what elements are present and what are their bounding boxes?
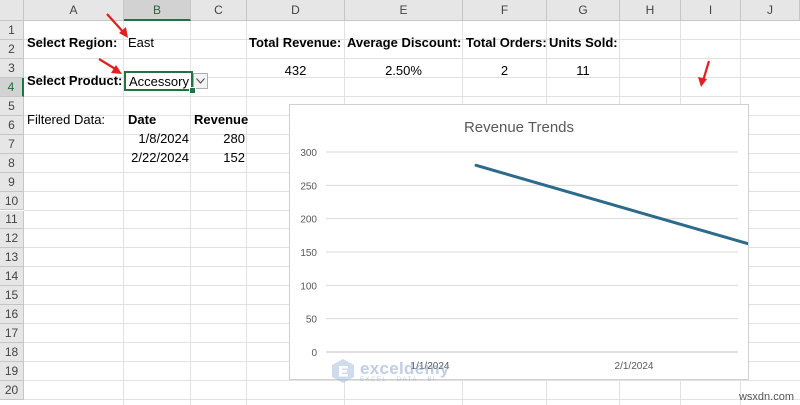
row-header-9[interactable]: 9 xyxy=(0,172,24,192)
y-tick-label: 150 xyxy=(300,248,317,259)
revenue-series-line[interactable] xyxy=(474,163,748,250)
row-gridline xyxy=(24,95,800,97)
table-row-revenue[interactable]: 152 xyxy=(191,148,245,167)
units-sold-value[interactable]: 11 xyxy=(547,61,619,80)
row-header-1[interactable]: 1 xyxy=(0,21,24,40)
row-header-20[interactable]: 20 xyxy=(0,381,24,400)
chevron-down-icon xyxy=(196,78,205,84)
row-header-8[interactable]: 8 xyxy=(0,153,24,173)
average-discount-header: Average Discount: xyxy=(347,35,462,50)
row-header-6[interactable]: 6 xyxy=(0,115,24,135)
fill-handle[interactable] xyxy=(189,87,196,94)
column-header-f[interactable]: F xyxy=(463,0,547,21)
row-header-3[interactable]: 3 xyxy=(0,58,24,78)
row-header-10[interactable]: 10 xyxy=(0,191,24,211)
row-header-17[interactable]: 17 xyxy=(0,324,24,344)
watermark-name: exceldemy xyxy=(360,358,450,378)
filtered-data-label: Filtered Data: xyxy=(27,112,106,127)
chart-plot-area: 0501001502002503001/1/2024 2/1/2024 xyxy=(300,148,748,372)
column-header-b[interactable]: B xyxy=(124,0,191,21)
row-header-16[interactable]: 16 xyxy=(0,305,24,325)
column-header-i[interactable]: I xyxy=(681,0,741,21)
total-orders-header: Total Orders: xyxy=(466,35,547,50)
row-header-14[interactable]: 14 xyxy=(0,267,24,287)
row-header-11[interactable]: 11 xyxy=(0,210,24,230)
revenue-column-header: Revenue xyxy=(194,112,249,127)
watermark-tagline: EXCEL · DATA · BI xyxy=(360,376,437,383)
revenue-trends-chart[interactable]: Revenue Trends 0 50 100 150 200 250 300 1/1/202… xyxy=(289,104,749,380)
y-tick-label: 50 xyxy=(306,315,318,326)
exceldemy-watermark: exceldemy EXCEL · DATA · BI xyxy=(330,358,450,384)
y-tick-label: 100 xyxy=(300,281,317,292)
x-tick-label: 2/1/2024 xyxy=(615,361,654,372)
row-header-19[interactable]: 19 xyxy=(0,362,24,382)
row-header-4[interactable]: 4 xyxy=(0,77,24,97)
units-sold-header: Units Sold: xyxy=(549,35,618,50)
column-header-c[interactable]: C xyxy=(191,0,247,21)
annotation-arrow-icon xyxy=(98,58,122,74)
exceldemy-logo-icon xyxy=(332,359,354,383)
select-all-corner[interactable] xyxy=(0,0,24,21)
y-tick-label: 300 xyxy=(300,148,317,159)
column-header-j[interactable]: J xyxy=(741,0,800,21)
column-header-h[interactable]: H xyxy=(620,0,681,21)
annotation-arrow-icon xyxy=(698,60,711,87)
row-header-13[interactable]: 13 xyxy=(0,248,24,268)
row-header-15[interactable]: 15 xyxy=(0,286,24,306)
column-header-g[interactable]: G xyxy=(547,0,620,21)
y-tick-label: 200 xyxy=(300,215,317,226)
site-credit: wsxdn.com xyxy=(738,391,794,403)
row-header-7[interactable]: 7 xyxy=(0,134,24,154)
row-header-18[interactable]: 18 xyxy=(0,343,24,363)
annotation-arrow-icon xyxy=(106,13,128,38)
row-gridline xyxy=(24,57,800,59)
y-tick-label: 250 xyxy=(300,181,317,192)
table-row-date[interactable]: 2/22/2024 xyxy=(124,148,189,167)
row-header-5[interactable]: 5 xyxy=(0,96,24,116)
product-dropdown-cell[interactable]: Accessory xyxy=(124,71,193,91)
column-header-d[interactable]: D xyxy=(247,0,345,21)
average-discount-value[interactable]: 2.50% xyxy=(345,61,462,80)
date-column-header: Date xyxy=(128,112,157,127)
total-orders-value[interactable]: 2 xyxy=(463,61,546,80)
table-row-date[interactable]: 1/8/2024 xyxy=(124,129,189,148)
column-header-e[interactable]: E xyxy=(345,0,463,21)
row-gridline xyxy=(24,399,800,400)
total-revenue-value[interactable]: 432 xyxy=(247,61,344,80)
row-header-12[interactable]: 12 xyxy=(0,229,24,249)
total-revenue-header: Total Revenue: xyxy=(249,35,342,50)
table-row-revenue[interactable]: 280 xyxy=(191,129,245,148)
y-tick-label: 0 xyxy=(311,348,317,359)
row-header-2[interactable]: 2 xyxy=(0,39,24,59)
